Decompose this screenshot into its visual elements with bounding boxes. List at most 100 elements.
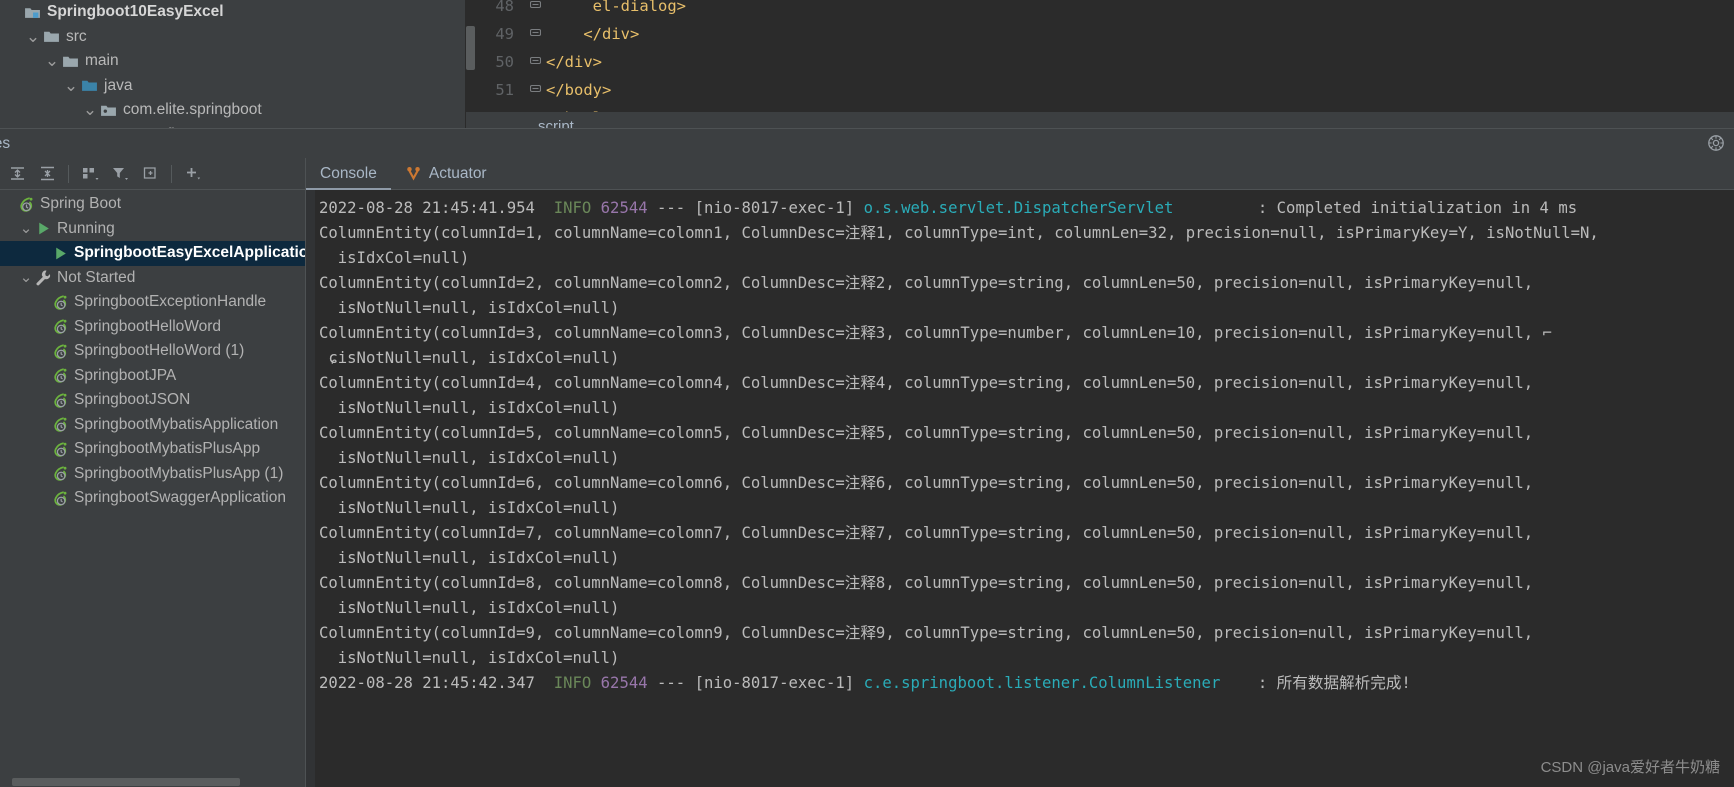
services-tree-row[interactable]: SpringbootEasyExcelApplication [0,241,318,266]
log-line: ColumnEntity(columnId=5, columnName=colo… [319,424,1534,442]
fold-marker-icon[interactable] [524,48,546,76]
services-tree-row[interactable]: SpringbootHelloWord (1) [0,339,305,364]
project-tree-panel[interactable]: Springboot10EasyExcel ⌄ src ⌄ main ⌄ java ⌄ com.… [0,0,466,140]
services-tree-row[interactable]: SpringbootJPA [0,364,305,389]
tab-console[interactable]: Console [306,158,391,190]
services-tree-row-label: SpringbootJPA [74,366,177,384]
log-line: isNotNull=null, isIdxCol=null) [319,299,620,317]
services-tree-row[interactable]: Spring Boot [0,192,305,217]
project-tree-row[interactable]: ⌄ java [0,74,465,99]
log-line: isNotNull=null, isIdxCol=null) [319,599,620,617]
services-tree-row-label: SpringbootEasyExcelApplication [74,244,318,262]
fold-marker-icon[interactable] [524,0,546,20]
log-line: isNotNull=null, isIdxCol=null) [319,649,620,667]
gear-icon[interactable] [1706,133,1726,153]
wrench-icon [33,269,53,286]
code-line[interactable]: 48 el-dialog> [466,0,1734,20]
log-line: ColumnEntity(columnId=3, columnName=colo… [319,324,1552,342]
services-tree-row[interactable]: SpringbootHelloWord [0,315,305,340]
log-line: ColumnEntity(columnId=4, columnName=colo… [319,374,1534,392]
editor-vertical-scrollbar[interactable] [466,26,475,70]
add-service-icon[interactable] [179,161,207,187]
run-icon [50,245,70,262]
console-gutter [306,190,315,787]
spring-config-icon [50,367,70,384]
services-tree-row-label: SpringbootSwaggerApplication [74,489,286,507]
console-area: Console Actuator 2022-08-28 21:45:41.954 … [305,158,1734,787]
expand-all-icon[interactable] [3,161,31,187]
code-line[interactable]: 50 </div> [466,48,1734,76]
services-tool-window: Spring Boot ⌄ Running SpringbootEasyExcelAp… [0,158,1734,787]
services-toolbar [0,158,305,190]
services-tree-row[interactable]: ⌄ Running [0,217,305,242]
folder-icon [43,28,60,45]
folder-icon [62,53,79,70]
project-tree-row-label: main [85,52,119,70]
code-line[interactable]: 49 </div> [466,20,1734,48]
add-tab-icon[interactable] [136,161,164,187]
log-line: ColumnEntity(columnId=7, columnName=colo… [319,524,1534,542]
services-tree-row[interactable]: SpringbootMybatisApplication [0,413,305,438]
services-tree-row[interactable]: SpringbootSwaggerApplication [0,486,305,511]
source-folder-icon [81,77,98,94]
services-tree-row[interactable]: SpringbootMybatisPlusApp (1) [0,462,305,487]
services-tree-row-label: SpringbootMybatisPlusApp (1) [74,464,284,482]
tab-label: Console [320,164,377,182]
code-editor[interactable]: 48 el-dialog>49 </div>50</div>51</body> <… [466,0,1734,140]
services-tree[interactable]: Spring Boot ⌄ Running SpringbootEasyExcelAp… [0,190,318,511]
log-line: isNotNull=null, isIdxCol=null) [319,549,620,567]
project-tree-row-label: src [66,27,87,45]
services-horizontal-scrollbar[interactable] [12,778,240,786]
log-line: ɕisNotNull=null, isIdxCol=null) [319,349,620,367]
project-tree-row[interactable]: ⌄ com.elite.springboot [0,98,465,123]
chevron-down-icon[interactable]: ⌄ [19,270,33,285]
chevron-down-icon[interactable]: ⌄ [19,221,33,236]
chevron-down-icon[interactable]: ⌄ [61,77,81,94]
log-line: isIdxCol=null) [319,249,470,267]
code-line[interactable]: 51 </body> [466,76,1734,104]
services-tree-row[interactable]: SpringbootJSON [0,388,305,413]
collapse-all-icon[interactable] [33,161,61,187]
spring-config-icon [50,392,70,409]
services-tree-row[interactable]: ⌄ Not Started [0,266,305,291]
project-tree-row[interactable]: ⌄ src [0,25,465,50]
services-tree-row-label: SpringbootHelloWord [74,317,222,335]
chevron-down-icon[interactable]: ⌄ [80,101,100,118]
code-text: </div> [546,25,640,43]
top-area: Springboot10EasyExcel ⌄ src ⌄ main ⌄ java ⌄ com.… [0,0,1734,140]
services-tree-row-label: Not Started [57,268,136,286]
spring-config-icon [50,441,70,458]
log-line: ColumnEntity(columnId=1, columnName=colo… [319,224,1599,242]
services-tree-row-label: Spring Boot [40,195,121,213]
project-tree-row[interactable]: Springboot10EasyExcel [0,0,465,25]
tab-actuator[interactable]: Actuator [391,158,501,189]
line-number: 51 [495,81,514,99]
services-panel: Spring Boot ⌄ Running SpringbootEasyExcelAp… [0,158,318,787]
services-tree-row[interactable]: SpringbootMybatisPlusApp [0,437,305,462]
services-tree-row-label: SpringbootMybatisPlusApp [74,440,261,458]
chevron-down-icon[interactable]: ⌄ [42,52,62,69]
log-line: ColumnEntity(columnId=2, columnName=colo… [319,274,1534,292]
group-by-icon[interactable] [76,161,104,187]
filter-icon[interactable] [106,161,134,187]
log-line: 2022-08-28 21:45:42.347 INFO 62544 --- [… [319,674,1411,692]
run-icon [33,220,53,237]
services-tree-row-label: SpringbootHelloWord (1) [74,342,245,360]
tool-window-title: ces [0,134,11,152]
toolbar-separator [171,164,172,183]
services-tree-row-label: Running [57,219,115,237]
chevron-down-icon[interactable]: ⌄ [23,28,43,45]
spring-config-icon [50,465,70,482]
spring-config-icon [50,490,70,507]
spring-config-icon [50,343,70,360]
package-icon [100,102,117,119]
project-tree-row[interactable]: ⌄ main [0,49,465,74]
services-tree-row-label: SpringbootJSON [74,391,191,409]
code-text: </div> [546,53,602,71]
console-log-text: 2022-08-28 21:45:41.954 INFO 62544 --- [… [315,190,1734,787]
fold-marker-icon[interactable] [524,76,546,104]
project-tree-row-label: java [104,76,133,94]
fold-marker-icon[interactable] [524,20,546,48]
services-tree-row[interactable]: SpringbootExceptionHandle [0,290,305,315]
console-output-panel[interactable]: 2022-08-28 21:45:41.954 INFO 62544 --- [… [305,190,1734,787]
